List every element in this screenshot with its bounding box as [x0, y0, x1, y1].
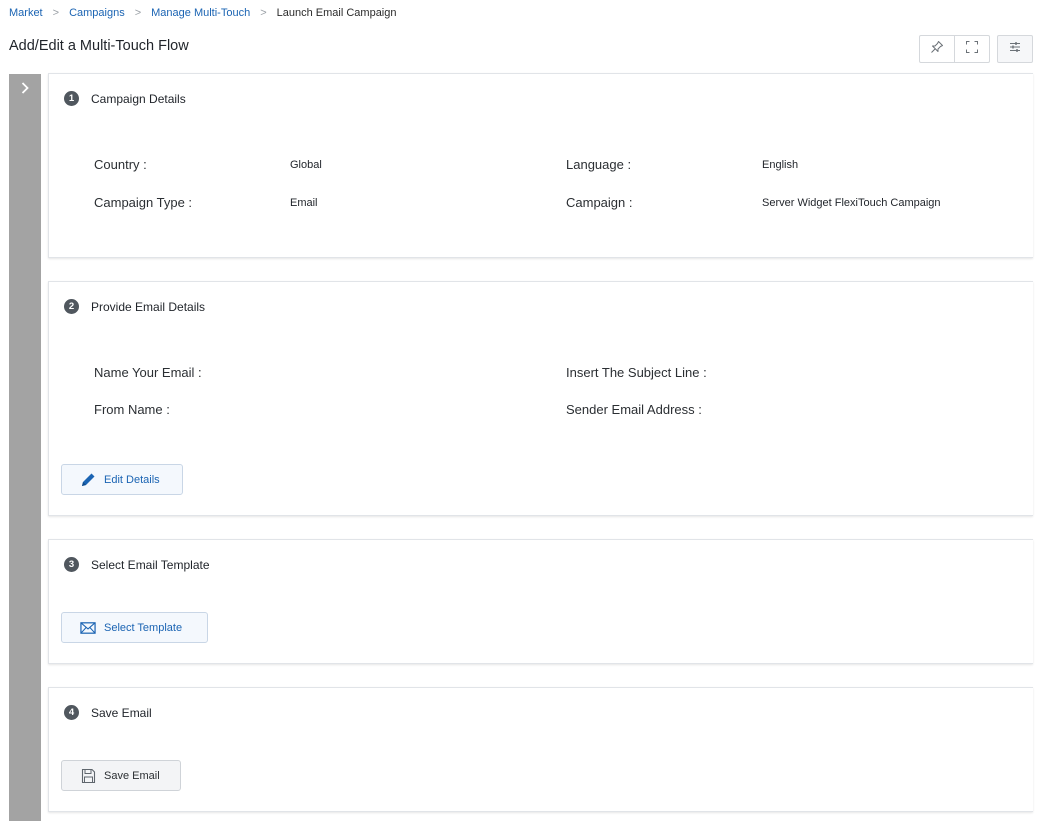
fullscreen-button[interactable] [954, 36, 989, 62]
email-template-title: Select Email Template [91, 557, 210, 572]
sidebar-toggle-button[interactable] [9, 74, 41, 106]
breadcrumb-campaigns[interactable]: Campaigns [69, 7, 125, 19]
fullscreen-icon [965, 40, 979, 59]
save-email-card: 4 Save Email Save Email [48, 687, 1033, 812]
select-template-label: Select Template [104, 621, 183, 634]
campaign-type-value: Email [290, 197, 318, 209]
sender-email-label: Sender Email Address : [566, 402, 702, 417]
save-email-title: Save Email [91, 705, 152, 720]
breadcrumb-separator: > [260, 7, 267, 19]
campaign-label: Campaign : [566, 195, 633, 210]
subject-line-label: Insert The Subject Line : [566, 365, 707, 380]
email-details-title: Provide Email Details [91, 299, 206, 314]
country-label: Country : [94, 157, 147, 172]
email-details-header: 2 Provide Email Details [64, 299, 205, 314]
campaign-type-label: Campaign Type : [94, 195, 193, 210]
step-number-badge: 2 [64, 299, 79, 314]
campaign-details-card: 1 Campaign Details Country : Global Lang… [48, 73, 1033, 258]
from-name-label: From Name : [94, 402, 170, 417]
save-email-header: 4 Save Email [64, 705, 152, 720]
settings-button[interactable] [997, 35, 1033, 63]
envelope-icon [80, 620, 96, 636]
pin-icon [930, 40, 944, 59]
save-email-label: Save Email [104, 769, 160, 782]
header-toolbar [919, 35, 1033, 63]
chevron-right-icon [19, 81, 31, 100]
language-value: English [762, 159, 799, 171]
language-label: Language : [566, 157, 632, 172]
side-rail [9, 74, 41, 821]
breadcrumb-separator: > [52, 7, 60, 19]
select-template-button[interactable]: Select Template [61, 612, 208, 643]
breadcrumb-current: Launch Email Campaign [276, 7, 397, 19]
page-title: Add/Edit a Multi-Touch Flow [9, 38, 189, 54]
campaign-value: Server Widget FlexiTouch Campaign [762, 197, 941, 209]
breadcrumb: Market > Campaigns > Manage Multi-Touch … [9, 5, 397, 21]
view-controls [919, 35, 990, 63]
breadcrumb-separator: > [134, 7, 142, 19]
edit-details-button[interactable]: Edit Details [61, 464, 183, 495]
campaign-details-title: Campaign Details [91, 91, 186, 106]
step-number-badge: 3 [64, 557, 79, 572]
campaign-details-header: 1 Campaign Details [64, 91, 186, 106]
email-template-card: 3 Select Email Template Select Template [48, 539, 1033, 664]
breadcrumb-manage-multi-touch[interactable]: Manage Multi-Touch [151, 7, 250, 19]
breadcrumb-market[interactable]: Market [9, 7, 43, 19]
email-details-card: 2 Provide Email Details Name Your Email … [48, 281, 1033, 516]
step-number-badge: 1 [64, 91, 79, 106]
pencil-icon [80, 472, 96, 488]
country-value: Global [290, 159, 322, 171]
save-email-button[interactable]: Save Email [61, 760, 181, 791]
save-floppy-icon [80, 768, 96, 784]
edit-details-label: Edit Details [104, 473, 160, 486]
email-template-header: 3 Select Email Template [64, 557, 210, 572]
step-number-badge: 4 [64, 705, 79, 720]
pin-button[interactable] [920, 36, 954, 62]
settings-sliders-icon [1008, 40, 1022, 59]
email-name-label: Name Your Email : [94, 365, 202, 380]
